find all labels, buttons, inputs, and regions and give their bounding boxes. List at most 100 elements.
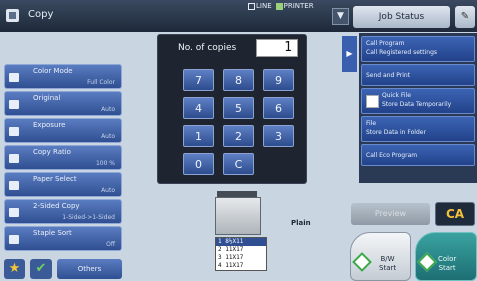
status-dropdown-button[interactable]: ▼ xyxy=(332,8,349,25)
copy-mode-icon xyxy=(6,9,19,22)
call-program-sublabel: Call Registered settings xyxy=(366,49,438,56)
copies-label: No. of copies xyxy=(178,43,237,53)
tray-size: 11X17 xyxy=(225,254,244,261)
program-panel: Call Program Call Registered settings Se… xyxy=(359,33,477,183)
2-sided-copy-icon xyxy=(9,208,19,217)
sidebar-item-exposure[interactable]: Exposure Auto xyxy=(4,118,122,143)
sidebar-item-label: Paper Select xyxy=(33,175,77,183)
sidebar-item-value: 1-Sided->1-Sided xyxy=(62,214,115,221)
line-status: LINE xyxy=(248,2,272,10)
tray-num: 2 xyxy=(218,246,222,253)
sidebar-item-value: Auto xyxy=(101,187,115,194)
manual-icon[interactable]: ✎ xyxy=(455,6,475,28)
key-9[interactable]: 9 xyxy=(263,69,294,91)
copy-ratio-icon xyxy=(9,154,19,163)
key-4[interactable]: 4 xyxy=(183,97,214,119)
others-button[interactable]: Others xyxy=(57,259,122,279)
file-label: File xyxy=(366,120,377,127)
sidebar-item-staple-sort[interactable]: Staple Sort Off xyxy=(4,226,122,251)
clear-all-button[interactable]: CA xyxy=(435,202,475,226)
color-start-label: Color Start xyxy=(438,255,456,273)
bw-start-label-line2: Start xyxy=(379,264,397,272)
color-start-button[interactable]: Color Start xyxy=(415,232,477,281)
sidebar-item-label: Staple Sort xyxy=(33,229,72,237)
call-program-label: Call Program xyxy=(366,40,405,47)
key-5[interactable]: 5 xyxy=(223,97,254,119)
line-status-label: LINE xyxy=(256,2,272,10)
sidebar-item-value: Auto xyxy=(101,133,115,140)
bw-start-label: B/W Start xyxy=(379,255,396,273)
start-icon xyxy=(417,252,437,272)
collapse-panel-icon[interactable]: ▶ xyxy=(342,36,357,72)
tray-num: 4 xyxy=(218,262,222,269)
check-icon[interactable]: ✔ xyxy=(30,259,52,279)
sidebar-item-2-sided-copy[interactable]: 2-Sided Copy 1-Sided->1-Sided xyxy=(4,199,122,224)
quick-file-button[interactable]: Quick File Store Data Temporarily xyxy=(361,88,475,114)
color-start-label-line2: Start xyxy=(438,264,456,272)
sidebar-item-label: 2-Sided Copy xyxy=(33,202,80,210)
key-clear[interactable]: C xyxy=(223,153,254,175)
status-area: LINE PRINTER xyxy=(248,2,314,10)
tray-list: 1 8½X11 2 11X17 3 11X17 4 11X17 xyxy=(215,237,267,271)
file-button[interactable]: File Store Data in Folder xyxy=(361,116,475,142)
printer-status-label: PRINTER xyxy=(283,2,314,10)
machine-status-area: Plain 1 8½X11 2 11X17 3 11X17 4 11X17 xyxy=(205,191,320,281)
tray-size: 8½X11 xyxy=(225,238,244,245)
tray-row[interactable]: 4 11X17 xyxy=(216,262,266,270)
printer-icon xyxy=(215,197,261,235)
sidebar-item-label: Original xyxy=(33,94,61,102)
paper-select-icon xyxy=(9,181,19,190)
tray-num: 1 xyxy=(218,238,222,245)
tray-row[interactable]: 2 11X17 xyxy=(216,246,266,254)
sidebar-item-value: Full Color xyxy=(87,79,115,86)
start-icon xyxy=(352,252,372,272)
color-start-label-line1: Color xyxy=(438,255,457,263)
bw-start-label-line1: B/W xyxy=(380,255,395,263)
call-eco-program-button[interactable]: Call Eco Program xyxy=(361,144,475,166)
call-eco-program-label: Call Eco Program xyxy=(366,152,418,159)
quick-file-sublabel: Store Data Temporarily xyxy=(382,101,452,108)
file-sublabel: Store Data in Folder xyxy=(366,129,426,136)
mode-title: Copy xyxy=(28,9,54,20)
preview-button[interactable]: Preview xyxy=(351,203,430,225)
tray-row[interactable]: 1 8½X11 xyxy=(216,238,266,246)
printer-status-icon xyxy=(275,2,283,10)
key-2[interactable]: 2 xyxy=(223,125,254,147)
job-status-button[interactable]: Job Status xyxy=(353,6,450,28)
printer-status: PRINTER xyxy=(275,2,314,10)
sidebar-item-color-mode[interactable]: Color Mode Full Color xyxy=(4,64,122,89)
copies-keypad-panel: No. of copies 1 7 8 9 4 5 6 1 2 3 0 C xyxy=(157,34,307,184)
key-0[interactable]: 0 xyxy=(183,153,214,175)
tray-num: 3 xyxy=(218,254,222,261)
original-icon xyxy=(9,100,19,109)
call-program-button[interactable]: Call Program Call Registered settings xyxy=(361,36,475,62)
key-6[interactable]: 6 xyxy=(263,97,294,119)
sidebar-item-value: Auto xyxy=(101,106,115,113)
sidebar-item-copy-ratio[interactable]: Copy Ratio 100 % xyxy=(4,145,122,170)
bw-start-button[interactable]: B/W Start xyxy=(350,232,411,281)
tray-row[interactable]: 3 11X17 xyxy=(216,254,266,262)
send-and-print-button[interactable]: Send and Print xyxy=(361,64,475,86)
tray-size: 11X17 xyxy=(225,262,244,269)
top-bar: Copy LINE PRINTER ▼ Job Status ✎ xyxy=(0,0,477,32)
sidebar-item-label: Color Mode xyxy=(33,67,73,75)
key-8[interactable]: 8 xyxy=(223,69,254,91)
quick-file-checkbox[interactable] xyxy=(366,95,379,108)
key-7[interactable]: 7 xyxy=(183,69,214,91)
line-status-icon xyxy=(248,2,255,10)
key-1[interactable]: 1 xyxy=(183,125,214,147)
sidebar-item-value: Off xyxy=(106,241,115,248)
sidebar-item-label: Copy Ratio xyxy=(33,148,71,156)
sidebar-item-original[interactable]: Original Auto xyxy=(4,91,122,116)
copies-field[interactable]: 1 xyxy=(256,39,298,57)
key-3[interactable]: 3 xyxy=(263,125,294,147)
exposure-icon xyxy=(9,127,19,136)
tray-size: 11X17 xyxy=(225,246,244,253)
sidebar-item-paper-select[interactable]: Paper Select Auto xyxy=(4,172,122,197)
favorite-star-icon[interactable]: ★ xyxy=(4,259,25,279)
staple-sort-icon xyxy=(9,235,19,244)
quick-file-label: Quick File xyxy=(382,92,411,99)
color-mode-icon xyxy=(9,73,19,82)
send-and-print-label: Send and Print xyxy=(366,72,411,79)
sidebar-item-label: Exposure xyxy=(33,121,66,129)
